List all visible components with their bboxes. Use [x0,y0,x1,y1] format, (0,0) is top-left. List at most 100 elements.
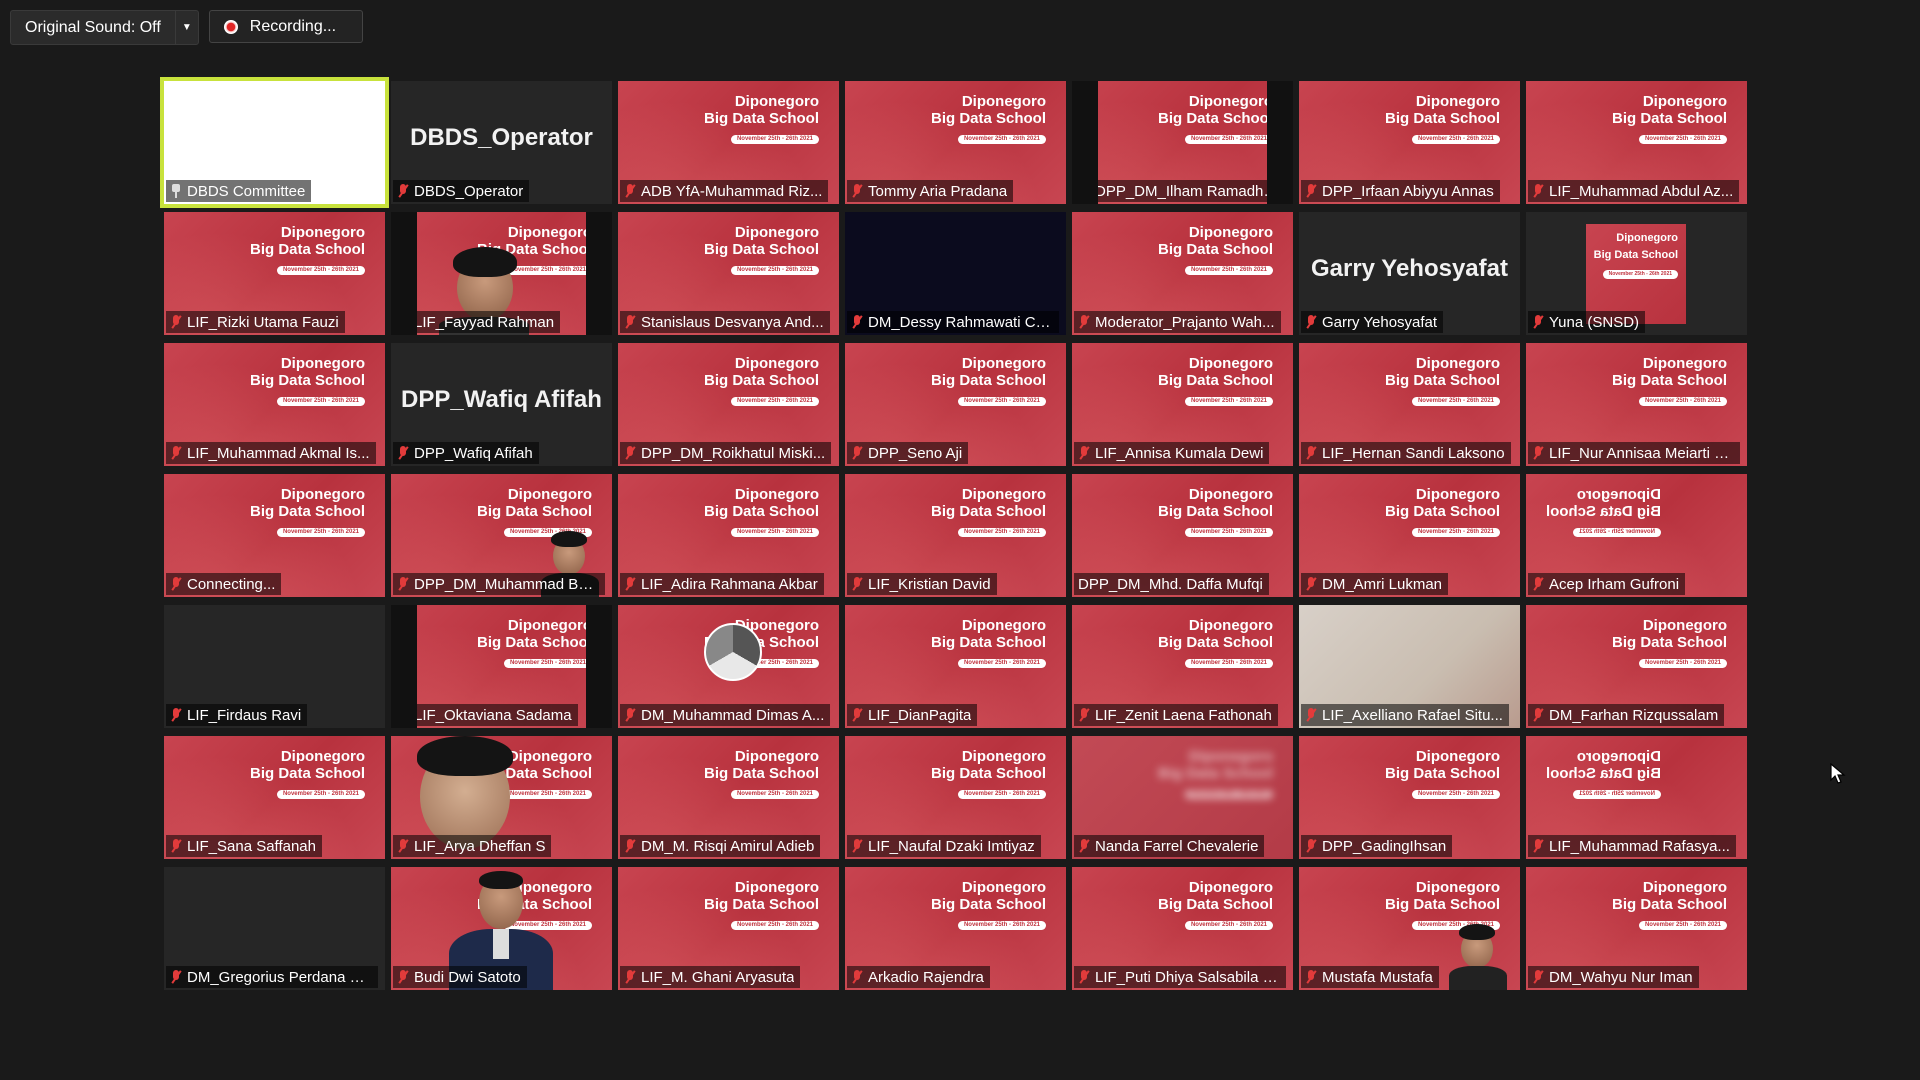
participant-tile[interactable]: Diponegoro Big Data School November 25th -… [618,736,839,859]
participant-name-label: Stanislaus Desvanya And... [641,313,824,331]
participant-tile[interactable]: Diponegoro Big Data School November 25th -… [164,736,385,859]
participant-name: Yuna (SNSD) [1528,311,1646,333]
pin-icon [170,184,182,198]
participant-name: LIF_Adira Rahmana Akbar [620,573,824,595]
participant-tile[interactable]: Diponegoro Big Data School November 25th -… [845,605,1066,728]
mic-muted-icon [170,839,182,853]
participant-name: DM_Amri Lukman [1301,573,1449,595]
participant-tile[interactable]: Diponegoro Big Data School November 25th -… [1299,474,1520,597]
participant-name-label: DPP_Irfaan Abiyyu Annas [1322,182,1494,200]
participant-tile[interactable]: Diponegoro Big Data School November 25th -… [1072,81,1293,204]
mic-muted-icon [624,577,636,591]
original-sound-label[interactable]: Original Sound: Off [11,11,175,44]
participant-name: DPP_DM_Mhd. Daffa Mufqi [1074,573,1269,595]
participant-tile[interactable]: Diponegoro Big Data School November 25th -… [1526,212,1747,335]
participant-name: LIF_Rizki Utama Fauzi [166,311,345,333]
participant-name: Connecting... [166,573,282,595]
participant-tile[interactable]: Diponegoro Big Data School November 25th -… [1072,474,1293,597]
participant-tile[interactable]: Diponegoro Big Data School November 25th -… [618,343,839,466]
participant-tile[interactable]: Diponegoro Big Data School November 25th -… [1072,867,1293,990]
participant-tile[interactable]: DBDS Committee [160,77,389,208]
event-banner-logo: Diponegoro Big Data School November 25th -… [1157,486,1273,537]
participant-tile[interactable]: Diponegoro Big Data School November 25th -… [164,474,385,597]
participant-tile[interactable]: Diponegoro Big Data School November 25th -… [1526,605,1747,728]
participant-tile[interactable]: LIF_Axelliano Rafael Situ... [1299,605,1520,728]
participant-tile[interactable]: Diponegoro Big Data School November 25th -… [1072,212,1293,335]
participant-tile[interactable]: DPP_Wafiq Afifah DPP_Wafiq Afifah [391,343,612,466]
participant-tile[interactable]: Garry Yehosyafat Garry Yehosyafat [1299,212,1520,335]
event-banner-logo: Diponegoro Big Data School November 25th -… [703,748,819,799]
participant-tile[interactable]: Diponegoro Big Data School November 25th -… [618,474,839,597]
participant-tile[interactable]: Diponegoro Big Data School November 25th -… [1299,867,1520,990]
participant-tile[interactable]: Diponegoro Big Data School November 25th -… [1526,81,1747,204]
participant-name-label: DM_Dessy Rahmawati Ch... [868,313,1053,331]
record-icon [223,19,238,34]
participant-tile[interactable]: Diponegoro Big Data School November 25th -… [618,867,839,990]
participant-name-label: LIF_Rizki Utama Fauzi [187,313,339,331]
participant-tile[interactable]: DM_Dessy Rahmawati Ch... [845,212,1066,335]
participant-tile[interactable]: LIF_Firdaus Ravi [164,605,385,728]
participant-tile[interactable]: Diponegoro Big Data School November 25th -… [845,867,1066,990]
participant-tile[interactable]: Diponegoro Big Data School November 25th -… [391,474,612,597]
mic-muted-icon [170,577,182,591]
participant-tile[interactable]: Diponegoro Big Data School November 25th -… [1526,474,1747,597]
participant-name: LIF_Hernan Sandi Laksono [1301,442,1511,464]
event-banner-logo: Diponegoro Big Data School November 25th -… [703,486,819,537]
event-banner-logo: Diponegoro Big Data School November 25th -… [249,355,365,406]
participant-tile[interactable]: Diponegoro Big Data School November 25th -… [845,343,1066,466]
recording-indicator[interactable]: Recording... [208,10,363,43]
participant-tile[interactable]: DM_Gregorius Perdana S... [164,867,385,990]
participant-tile[interactable]: Diponegoro Big Data School November 25th -… [1526,867,1747,990]
mic-muted-icon [1532,839,1544,853]
participant-name: LIF_Annisa Kumala Dewi [1074,442,1270,464]
participant-tile[interactable]: Diponegoro Big Data School November 25th -… [618,212,839,335]
participant-name-label: DM_Muhammad Dimas A... [641,706,825,724]
participant-tile[interactable]: Diponegoro Big Data School November 25th -… [618,605,839,728]
participant-tile[interactable]: Diponegoro Big Data School November 25th -… [1526,736,1747,859]
participant-name-label: ADB YfA-Muhammad Riz... [641,182,823,200]
participant-tile[interactable]: Diponegoro Big Data School November 25th -… [1299,736,1520,859]
chevron-down-icon[interactable]: ▼ [174,11,198,44]
event-banner-logo: Diponegoro Big Data School November 25th -… [930,355,1046,406]
participant-name: LIF_Muhammad Abdul Az... [1528,180,1740,202]
mic-muted-icon [397,708,409,722]
mic-muted-icon [1305,577,1317,591]
participant-tile[interactable]: Diponegoro Big Data School November 25th -… [845,474,1066,597]
event-banner-logo: Diponegoro Big Data School November 25th -… [1611,93,1727,144]
participant-name: LIF_Arya Dheffan S [393,835,552,857]
participant-tile[interactable]: Diponegoro Big Data School November 25th -… [1299,343,1520,466]
participant-tile[interactable]: Diponegoro Big Data School November 25th -… [1526,343,1747,466]
participant-tile[interactable]: Diponegoro Big Data School November 25th -… [391,736,612,859]
participant-tile[interactable]: DBDS_Operator DBDS_Operator [391,81,612,204]
participant-tile[interactable]: Diponegoro Big Data School November 25th -… [618,81,839,204]
participant-tile[interactable]: Diponegoro Big Data School November 25th -… [1299,81,1520,204]
event-banner-logo: Diponegoro Big Data School November 25th -… [476,617,592,668]
participant-tile[interactable]: Diponegoro Big Data School November 25th -… [391,867,612,990]
participant-display-name-large: Garry Yehosyafat [1310,255,1508,283]
participant-name: LIF_Axelliano Rafael Situ... [1301,704,1509,726]
original-sound-button[interactable]: Original Sound: Off ▼ [10,10,199,45]
participant-tile[interactable]: Diponegoro Big Data School November 25th -… [391,605,612,728]
participant-name-label: DM_Amri Lukman [1322,575,1443,593]
participant-name: Acep Irham Gufroni [1528,573,1686,595]
event-banner-logo: Diponegoro Big Data School November 25th -… [1546,748,1662,799]
participant-name: Moderator_Prajanto Wah... [1074,311,1281,333]
event-banner-logo: Diponegoro Big Data School November 25th -… [1593,232,1678,279]
participant-tile[interactable]: Diponegoro Big Data School November 25th -… [1072,605,1293,728]
participant-tile[interactable]: Diponegoro Big Data School November 25th -… [1072,343,1293,466]
participant-tile[interactable]: Diponegoro Big Data School November 25th -… [845,81,1066,204]
participant-name: LIF_Naufal Dzaki Imtiyaz [847,835,1041,857]
participant-tile[interactable]: Diponegoro Big Data School November 25th -… [845,736,1066,859]
participant-tile[interactable]: Diponegoro Big Data School November 25th -… [1072,736,1293,859]
mic-muted-icon [170,446,182,460]
participant-name-label: LIF_Oktaviana Sadama [414,706,572,724]
participant-name: LIF_Fayyad Rahman [393,311,561,333]
participant-name: LIF_Firdaus Ravi [166,704,308,726]
participant-name: LIF_Oktaviana Sadama [393,704,578,726]
event-banner-logo: Diponegoro Big Data School November 25th -… [1611,355,1727,406]
participant-tile[interactable]: Diponegoro Big Data School November 25th -… [164,343,385,466]
participant-name-label: LIF_Muhammad Rafasya... [1549,837,1730,855]
participant-tile[interactable]: Diponegoro Big Data School November 25th -… [391,212,612,335]
participant-tile[interactable]: Diponegoro Big Data School November 25th -… [164,212,385,335]
event-banner-logo: Diponegoro Big Data School November 25th -… [930,486,1046,537]
